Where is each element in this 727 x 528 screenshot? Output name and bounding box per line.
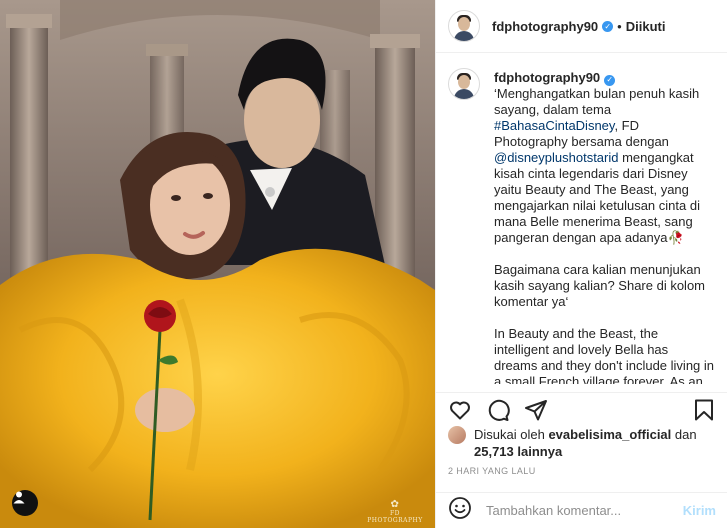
header-username[interactable]: fdphotography90	[492, 19, 598, 34]
caption-avatar[interactable]	[448, 68, 480, 100]
post-side-panel: fdphotography90 ✓ • Diikuti fdphotograph…	[435, 0, 727, 528]
caption-text-segment: ‘Menghangatkan bulan penuh kasih sayang,…	[494, 86, 700, 117]
likes-count[interactable]: 25,713 lainnya	[474, 444, 562, 459]
user-tag-icon	[13, 491, 25, 504]
separator-dot: •	[617, 18, 622, 34]
post-timestamp[interactable]: 2 HARI YANG LALU	[448, 466, 536, 476]
mention-link[interactable]: @disneyplushotstarid	[494, 150, 618, 165]
caption-text: fdphotography90 ✓ ‘Menghangatkan bulan pe…	[494, 70, 714, 384]
comment-bar: Kirim	[436, 492, 727, 528]
post-header: fdphotography90 ✓ • Diikuti	[436, 0, 727, 53]
post-photo[interactable]: ✿ FD PHOTOGRAPHY	[0, 0, 435, 528]
likes-prefix: Disukai oleh	[474, 427, 549, 442]
caption-username[interactable]: fdphotography90	[494, 70, 600, 85]
comment-icon[interactable]	[486, 398, 510, 422]
liker-username[interactable]: evabelisima_official	[548, 427, 671, 442]
action-bar	[436, 392, 727, 426]
likes-connector: dan	[671, 427, 697, 442]
emoji-icon[interactable]	[448, 496, 472, 525]
caption-paragraph: In Beauty and the Beast, the intelligent…	[494, 326, 715, 384]
caption-area[interactable]: fdphotography90 ✓ ‘Menghangatkan bulan pe…	[436, 54, 727, 384]
verified-badge-icon: ✓	[604, 74, 616, 86]
liker-avatar[interactable]	[448, 426, 466, 444]
hashtag-link[interactable]: #BahasaCintaDisney	[494, 118, 614, 133]
bookmark-icon[interactable]	[692, 398, 716, 422]
avatar[interactable]	[448, 10, 480, 42]
following-button[interactable]: Diikuti	[626, 19, 666, 34]
likes-summary: Disukai oleh evabelisima_official dan 25…	[448, 426, 718, 460]
verified-badge-icon: ✓	[602, 20, 614, 32]
share-icon[interactable]	[524, 398, 548, 422]
user-tag-button[interactable]	[12, 490, 38, 516]
heart-icon[interactable]	[448, 398, 472, 422]
comment-input[interactable]	[486, 503, 676, 518]
photo-illustration	[0, 0, 435, 528]
post-comment-button[interactable]: Kirim	[683, 503, 716, 518]
caption-paragraph: Bagaimana cara kalian menunjukan kasih s…	[494, 262, 706, 309]
photo-watermark: ✿ FD PHOTOGRAPHY	[367, 499, 423, 525]
